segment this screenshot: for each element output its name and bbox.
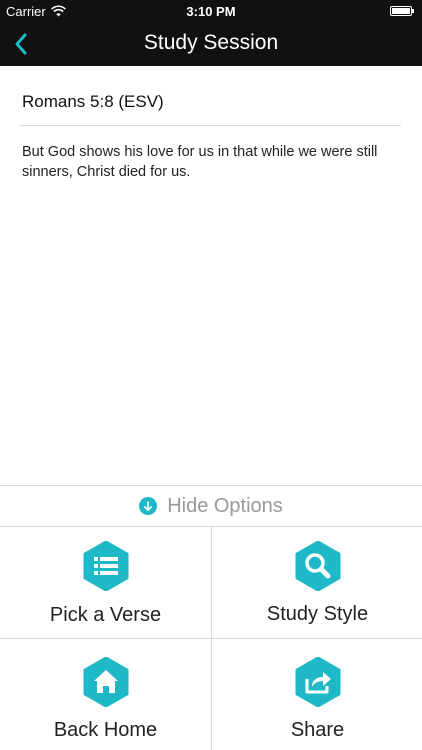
status-bar: Carrier 3:10 PM bbox=[0, 0, 422, 22]
back-home-label: Back Home bbox=[53, 719, 158, 741]
verse-text: But God shows his love for us in that wh… bbox=[22, 144, 378, 180]
hide-options-button[interactable]: Hide Options bbox=[0, 485, 422, 527]
page-title: Study Session bbox=[143, 31, 279, 54]
verse-reference: Romans 5:8 (ESV) bbox=[22, 92, 164, 111]
divider bbox=[20, 125, 401, 126]
search-icon bbox=[295, 541, 340, 591]
battery-icon bbox=[390, 6, 414, 16]
list-icon bbox=[83, 541, 128, 591]
back-home-button[interactable]: Back Home bbox=[0, 639, 211, 750]
navigation-bar: Carrier 3:10 PM Study Session bbox=[0, 0, 422, 66]
pick-a-verse-button[interactable]: Pick a Verse bbox=[0, 527, 211, 638]
pick-a-verse-label: Pick a Verse bbox=[49, 604, 162, 626]
study-style-button[interactable]: Study Style bbox=[212, 527, 422, 638]
study-style-label: Study Style bbox=[266, 603, 369, 625]
hide-options-label: Hide Options bbox=[167, 494, 283, 517]
back-button[interactable] bbox=[8, 29, 34, 59]
status-time: 3:10 PM bbox=[186, 4, 236, 19]
share-icon bbox=[295, 657, 340, 707]
share-button[interactable]: Share bbox=[212, 639, 422, 750]
chevron-left-icon bbox=[15, 33, 27, 55]
arrow-down-circle-icon bbox=[139, 497, 158, 515]
home-icon bbox=[83, 657, 128, 707]
share-label: Share bbox=[290, 719, 345, 741]
